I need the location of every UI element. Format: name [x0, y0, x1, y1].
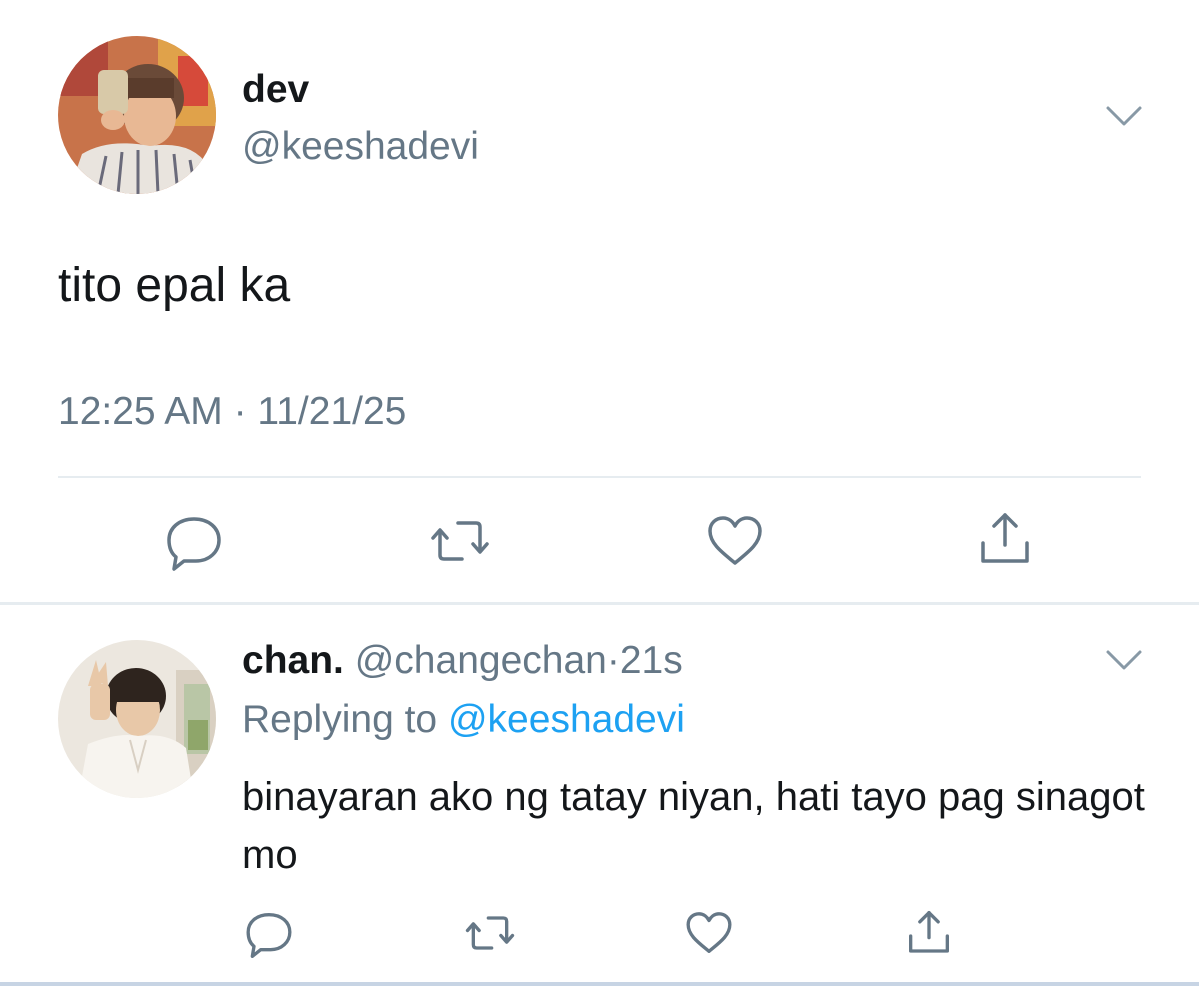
reply-tweet-text: binayaran ako ng tatay niyan, hati tayo … [242, 775, 1145, 877]
chevron-down-icon[interactable] [1104, 647, 1144, 673]
reply-author-handle[interactable]: @changechan [355, 639, 607, 682]
like-icon[interactable] [705, 511, 765, 571]
avatar-image [58, 640, 216, 798]
share-icon[interactable] [904, 906, 954, 956]
reply-time-ago[interactable]: 21s [620, 639, 683, 682]
replying-to-handle[interactable]: @keeshadevi [448, 698, 685, 741]
retweet-icon[interactable] [465, 908, 515, 958]
replying-to-line: Replying to @keeshadevi [242, 696, 685, 744]
tweet-author-name[interactable]: dev [242, 66, 309, 114]
reply-author-name[interactable]: chan. [242, 639, 344, 682]
reply-header: chan. @changechan·21s [242, 637, 683, 685]
avatar-chan[interactable] [58, 640, 216, 798]
divider [0, 602, 1199, 605]
avatar-dev[interactable] [58, 36, 216, 194]
separator-dot: · [606, 639, 620, 682]
reply-icon[interactable] [244, 908, 294, 958]
share-icon[interactable] [975, 507, 1035, 567]
replying-to-label: Replying to [242, 698, 438, 741]
divider [58, 476, 1141, 478]
tweet-text: tito epal ka [58, 259, 291, 312]
like-icon[interactable] [684, 908, 734, 958]
tweet-author-handle[interactable]: @keeshadevi [242, 123, 479, 171]
reply-icon[interactable] [164, 511, 224, 571]
retweet-icon[interactable] [430, 511, 490, 571]
chevron-down-icon[interactable] [1104, 103, 1144, 129]
tweet-timestamp[interactable]: 12:25 AM · 11/21/25 [58, 388, 406, 436]
divider [0, 982, 1199, 986]
avatar-image [58, 36, 216, 194]
